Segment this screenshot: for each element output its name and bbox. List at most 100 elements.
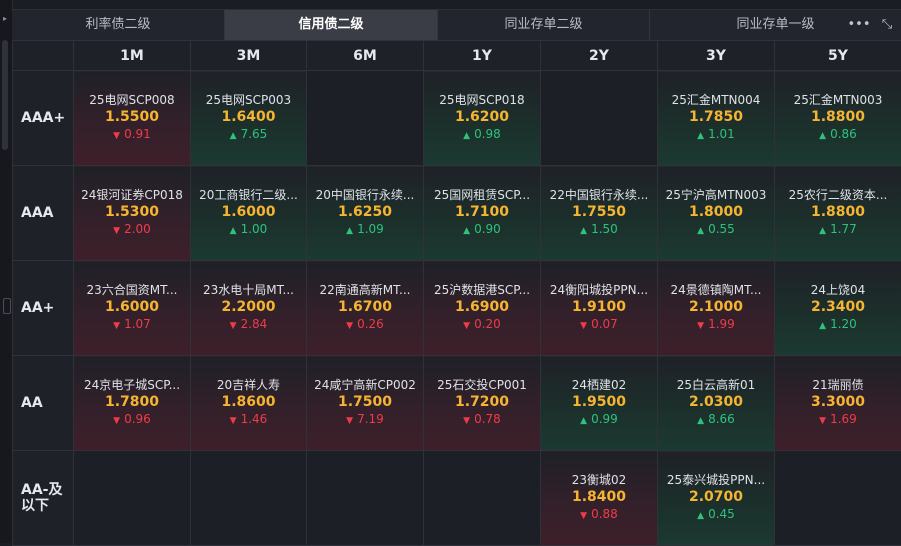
triangle-up-icon: ▲ (580, 226, 587, 236)
bond-name: 25汇金MTN004 (658, 92, 774, 108)
col-header-1y[interactable]: 1Y (424, 41, 541, 71)
bond-change-value: 2.84 (241, 317, 268, 331)
bond-cell[interactable]: 22南通高新MT...1.6700▼0.26 (307, 261, 424, 356)
bond-name: 24京电子城SCP... (74, 377, 190, 393)
table-row: AA+23六合国资MT...1.6000▼1.0723水电十局MT...2.20… (13, 261, 901, 356)
empty-cell (74, 451, 191, 546)
bond-change-value: 0.26 (357, 317, 384, 331)
col-header-3m[interactable]: 3M (191, 41, 307, 71)
bond-yield: 1.7100 (424, 203, 540, 221)
bond-cell[interactable]: 25宁沪高MTN0031.8000▲0.55 (658, 166, 775, 261)
bond-type-tabs: 利率债二级 信用债二级 同业存单二级 同业存单一级 ••• ⤡ (12, 9, 901, 41)
bond-name: 23衡城02 (541, 472, 657, 488)
bond-cell[interactable]: 24衡阳城投PPN...1.9100▼0.07 (541, 261, 658, 356)
triangle-down-icon: ▼ (580, 511, 587, 521)
panel-handle[interactable] (3, 298, 11, 314)
bond-change-value: 0.86 (830, 127, 857, 141)
table-row: AAA24银河证券CP0181.5300▼2.0020工商银行二级...1.60… (13, 166, 901, 261)
col-header-3y[interactable]: 3Y (658, 41, 775, 71)
bond-yield: 2.1000 (658, 298, 774, 316)
col-header-1m[interactable]: 1M (74, 41, 191, 71)
bond-yield: 3.3000 (775, 393, 901, 411)
bond-change: ▲0.55 (658, 221, 774, 239)
col-header-2y[interactable]: 2Y (541, 41, 658, 71)
bond-cell[interactable]: 24栖建021.9500▲0.99 (541, 356, 658, 451)
bond-change-value: 0.55 (708, 222, 735, 236)
tenor-header-row: 1M 3M 6M 1Y 2Y 3Y 5Y (13, 41, 901, 71)
bond-cell[interactable]: 20中国银行永续...1.6250▲1.09 (307, 166, 424, 261)
bond-name: 20工商银行二级... (191, 187, 306, 203)
collapse-arrow-icon[interactable]: ▸ (3, 14, 7, 23)
bond-name: 20吉祥人寿 (191, 377, 306, 393)
triangle-up-icon: ▲ (819, 226, 826, 236)
bond-change: ▲ 1.77 (775, 221, 901, 239)
bond-yield: 1.6700 (307, 298, 423, 316)
bond-change-value: 8.66 (708, 412, 735, 426)
bond-change-value: 0.90 (474, 222, 501, 236)
bond-cell[interactable]: 25汇金MTN0031.8800▲0.86 (775, 71, 901, 166)
bond-yield: 2.3400 (775, 298, 901, 316)
empty-cell (191, 451, 307, 546)
col-header-6m[interactable]: 6M (307, 41, 424, 71)
bond-name: 25电网SCP008 (74, 92, 190, 108)
bond-cell[interactable]: 25泰兴城投PPN...2.0700▲0.45 (658, 451, 775, 546)
bond-cell[interactable]: 20工商银行二级...1.6000▲1.00 (191, 166, 307, 261)
bond-change: ▲ 0.90 (424, 221, 540, 239)
bond-change: ▼0.26 (307, 316, 423, 334)
bond-cell[interactable]: 24银河证券CP0181.5300▼2.00 (74, 166, 191, 261)
bond-cell[interactable]: 22中国银行永续...1.7550▲1.50 (541, 166, 658, 261)
bond-change: ▼7.19 (307, 411, 423, 429)
bond-cell[interactable]: 24景德镇陶MT...2.1000▼1.99 (658, 261, 775, 356)
bond-cell[interactable]: 23水电十局MT...2.2000▼2.84 (191, 261, 307, 356)
bond-name: 24景德镇陶MT... (658, 282, 774, 298)
tab-ncd-secondary[interactable]: 同业存单二级 (438, 10, 650, 40)
scrollbar-thumb[interactable] (2, 40, 8, 150)
rating-label: AA (13, 356, 74, 451)
bond-change: ▲1.09 (307, 221, 423, 239)
rating-label: AAA (13, 166, 74, 261)
bond-change-value: 1.09 (357, 222, 384, 236)
bond-change-value: 0.98 (474, 127, 501, 141)
more-icon[interactable]: ••• (845, 10, 873, 40)
bond-cell[interactable]: 24上饶042.3400▲1.20 (775, 261, 901, 356)
triangle-up-icon: ▲ (697, 131, 704, 141)
bond-name: 25国网租赁SCP... (424, 187, 540, 203)
table-row: AAA+25电网SCP0081.5500▼0.9125电网SCP0031.640… (13, 71, 901, 166)
bond-name: 23六合国资MT... (74, 282, 190, 298)
bond-change-value: 1.77 (830, 222, 857, 236)
bond-cell[interactable]: 25电网SCP0181.6200▲0.98 (424, 71, 541, 166)
triangle-up-icon: ▲ (463, 226, 470, 236)
bond-cell[interactable]: 25电网SCP0081.5500▼0.91 (74, 71, 191, 166)
bond-change: ▲1.20 (775, 316, 901, 334)
bond-cell[interactable]: 24京电子城SCP...1.7800▼0.96 (74, 356, 191, 451)
bond-change: ▼0.78 (424, 411, 540, 429)
bond-yield: 1.6200 (424, 108, 540, 126)
bond-cell[interactable]: 25石交投CP0011.7200▼0.78 (424, 356, 541, 451)
bond-cell[interactable]: 25电网SCP0031.6400▲7.65 (191, 71, 307, 166)
bond-name: 25电网SCP018 (424, 92, 540, 108)
bond-change-value: 7.65 (241, 127, 268, 141)
bond-name: 22南通高新MT... (307, 282, 423, 298)
bond-cell[interactable]: 21瑞丽债3.3000▼1.69 (775, 356, 901, 451)
bond-yield: 1.6250 (307, 203, 423, 221)
bond-yield: 1.7550 (541, 203, 657, 221)
bond-cell[interactable]: 25沪数据港SCP...1.6900▼0.20 (424, 261, 541, 356)
tab-ncd-primary[interactable]: 同业存单一级 ••• ⤡ (650, 10, 901, 40)
tab-credit-bond[interactable]: 信用债二级 (225, 10, 438, 40)
bond-yield: 1.7200 (424, 393, 540, 411)
bond-change-value: 7.19 (357, 412, 384, 426)
bond-cell[interactable]: 20吉祥人寿1.8600▼1.46 (191, 356, 307, 451)
bond-cell[interactable]: 25国网租赁SCP...1.7100 ▲ 0.90 (424, 166, 541, 261)
bond-cell[interactable]: 24咸宁高新CP0021.7500▼7.19 (307, 356, 424, 451)
matrix-body: AAA+25电网SCP0081.5500▼0.9125电网SCP0031.640… (13, 71, 901, 546)
bond-cell[interactable]: 25农行二级资本...1.8800▲1.77 (775, 166, 901, 261)
bond-cell[interactable]: 25汇金MTN0041.7850▲1.01 (658, 71, 775, 166)
triangle-down-icon: ▼ (580, 321, 587, 331)
bond-cell[interactable]: 23衡城021.8400▼0.88 (541, 451, 658, 546)
expand-icon[interactable]: ⤡ (873, 10, 901, 40)
bond-cell[interactable]: 25白云高新012.0300▲8.66 (658, 356, 775, 451)
col-header-5y[interactable]: 5Y (775, 41, 901, 71)
bond-cell[interactable]: 23六合国资MT...1.6000▼1.07 (74, 261, 191, 356)
tab-rate-bond[interactable]: 利率债二级 (12, 10, 225, 40)
tab-ncd-primary-label: 同业存单一级 (736, 17, 814, 32)
